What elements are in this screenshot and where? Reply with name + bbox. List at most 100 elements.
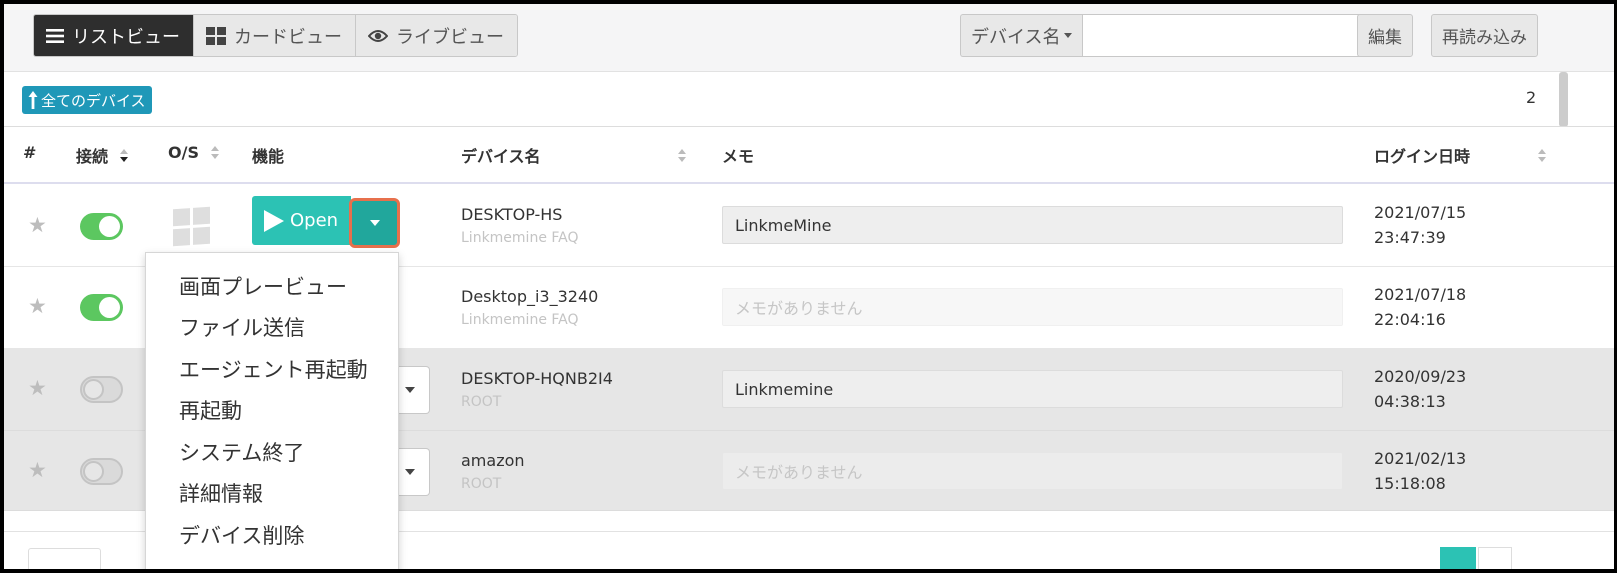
- all-devices-button[interactable]: 全てのデバイス: [22, 86, 152, 114]
- device-count: 2: [1526, 88, 1537, 107]
- play-icon: [264, 209, 284, 232]
- login-time: 23:47:39: [1374, 228, 1446, 247]
- login-date: 2021/07/15: [1374, 203, 1467, 222]
- sort-desc-icon: [120, 148, 129, 162]
- login-datetime: 2021/07/18 22:04:16: [1374, 282, 1466, 332]
- device-action-menu: 画面プレービュー ファイル送信 エージェント再起動 再起動 システム終了 詳細情…: [145, 252, 399, 569]
- menu-item-send-file[interactable]: ファイル送信: [146, 307, 398, 349]
- device-name: DESKTOP-HS: [461, 205, 563, 224]
- edit-button[interactable]: 編集: [1357, 14, 1413, 57]
- login-date: 2020/09/23: [1374, 367, 1467, 386]
- open-button[interactable]: Open: [252, 196, 351, 245]
- list-view-label: リストビュー: [72, 26, 180, 48]
- search-field-dropdown[interactable]: デバイス名: [960, 14, 1083, 57]
- page-size-select[interactable]: [28, 548, 101, 569]
- open-dropdown-toggle[interactable]: [394, 448, 430, 496]
- menu-item-restart-agent[interactable]: エージェント再起動: [146, 348, 398, 390]
- list-view-button[interactable]: リストビュー: [34, 15, 194, 56]
- device-cell: DESKTOP-HS Linkmemine FAQ: [461, 205, 579, 246]
- connection-toggle[interactable]: [80, 294, 123, 321]
- up-arrow-icon: [28, 90, 38, 110]
- star-icon[interactable]: ★: [28, 294, 47, 318]
- list-icon: [46, 28, 64, 44]
- pagination-next[interactable]: [1478, 547, 1512, 569]
- col-device-name-label: デバイス名: [461, 147, 541, 166]
- col-login[interactable]: ログイン日時: [1374, 143, 1547, 167]
- col-function-label: 機能: [252, 147, 285, 166]
- col-connection-label: 接続: [76, 147, 109, 166]
- caret-down-icon: [369, 220, 380, 226]
- device-cell: Desktop_i3_3240 Linkmemine FAQ: [461, 287, 598, 328]
- device-cell: amazon ROOT: [461, 451, 525, 492]
- sort-icon: [1538, 148, 1547, 162]
- search-group: デバイス名: [960, 14, 1366, 57]
- memo-field[interactable]: メモがありません: [722, 288, 1343, 326]
- sort-icon: [677, 148, 686, 162]
- col-device-name[interactable]: デバイス名: [461, 143, 686, 167]
- search-input[interactable]: [1082, 14, 1366, 57]
- open-dropdown-toggle[interactable]: [394, 366, 430, 414]
- menu-item-screen-preview[interactable]: 画面プレービュー: [146, 265, 398, 307]
- windows-icon: [173, 206, 210, 247]
- star-icon[interactable]: ★: [28, 458, 47, 482]
- menu-item-details[interactable]: 詳細情報: [146, 473, 398, 515]
- open-dropdown-toggle-highlighted[interactable]: [349, 198, 400, 248]
- col-num: #: [23, 143, 36, 162]
- card-view-button[interactable]: カードビュー: [194, 15, 356, 56]
- col-os-label: O/S: [168, 143, 199, 162]
- eye-icon: [368, 29, 388, 43]
- col-function: 機能: [252, 143, 284, 167]
- sort-icon: [210, 146, 219, 159]
- login-time: 15:18:08: [1374, 474, 1446, 493]
- login-time: 04:38:13: [1374, 392, 1446, 411]
- col-memo: メモ: [722, 143, 754, 167]
- device-group: ROOT: [461, 476, 502, 492]
- scrollbar[interactable]: [1559, 72, 1568, 127]
- login-datetime: 2021/02/13 15:18:08: [1374, 446, 1466, 496]
- menu-item-delete-device[interactable]: デバイス削除: [146, 514, 398, 556]
- star-icon[interactable]: ★: [28, 213, 47, 237]
- app-frame: リストビュー カードビュー ライブビュー デバイス名 編集 再読み込み 全てのデ…: [0, 0, 1617, 573]
- device-group: ROOT: [461, 394, 502, 410]
- login-datetime: 2021/07/15 23:47:39: [1374, 200, 1466, 250]
- device-name: Desktop_i3_3240: [461, 287, 599, 306]
- all-devices-label: 全てのデバイス: [41, 91, 146, 110]
- view-switcher: リストビュー カードビュー ライブビュー: [33, 14, 518, 57]
- caret-down-icon: [1064, 33, 1073, 38]
- live-view-label: ライブビュー: [396, 26, 504, 48]
- col-memo-label: メモ: [722, 147, 755, 166]
- caret-down-icon: [404, 387, 415, 393]
- reload-button[interactable]: 再読み込み: [1431, 14, 1538, 57]
- table-header: # 接続 O/S 機能 デバイス名 メモ ログイン日時: [4, 126, 1614, 184]
- device-group: Linkmemine FAQ: [461, 312, 579, 328]
- memo-field[interactable]: Linkmemine: [722, 370, 1343, 408]
- live-view-button[interactable]: ライブビュー: [356, 15, 517, 56]
- star-icon[interactable]: ★: [28, 376, 47, 400]
- toolbar: リストビュー カードビュー ライブビュー デバイス名 編集 再読み込み: [4, 4, 1614, 72]
- login-datetime: 2020/09/23 04:38:13: [1374, 364, 1466, 414]
- col-os[interactable]: O/S: [168, 143, 219, 162]
- memo-field[interactable]: メモがありません: [722, 452, 1343, 490]
- connection-toggle[interactable]: [80, 376, 123, 403]
- search-field-label: デバイス名: [971, 26, 1061, 48]
- pagination-current-page[interactable]: [1440, 547, 1476, 569]
- login-time: 22:04:16: [1374, 310, 1446, 329]
- device-group: Linkmemine FAQ: [461, 230, 579, 246]
- connection-toggle[interactable]: [80, 458, 123, 485]
- device-name: amazon: [461, 451, 525, 470]
- grid-icon: [206, 26, 226, 45]
- col-connection[interactable]: 接続: [76, 143, 129, 167]
- caret-down-icon: [404, 469, 415, 475]
- col-login-label: ログイン日時: [1374, 147, 1471, 166]
- menu-item-shutdown[interactable]: システム終了: [146, 431, 398, 473]
- connection-toggle[interactable]: [80, 213, 123, 240]
- login-date: 2021/07/18: [1374, 285, 1467, 304]
- device-cell: DESKTOP-HQNB2I4 ROOT: [461, 369, 613, 410]
- memo-field[interactable]: LinkmeMine: [722, 206, 1343, 244]
- device-name: DESKTOP-HQNB2I4: [461, 369, 613, 388]
- login-date: 2021/02/13: [1374, 449, 1467, 468]
- card-view-label: カードビュー: [234, 26, 342, 48]
- open-button-label: Open: [290, 210, 339, 231]
- col-num-label: #: [23, 143, 37, 162]
- menu-item-restart[interactable]: 再起動: [146, 390, 398, 432]
